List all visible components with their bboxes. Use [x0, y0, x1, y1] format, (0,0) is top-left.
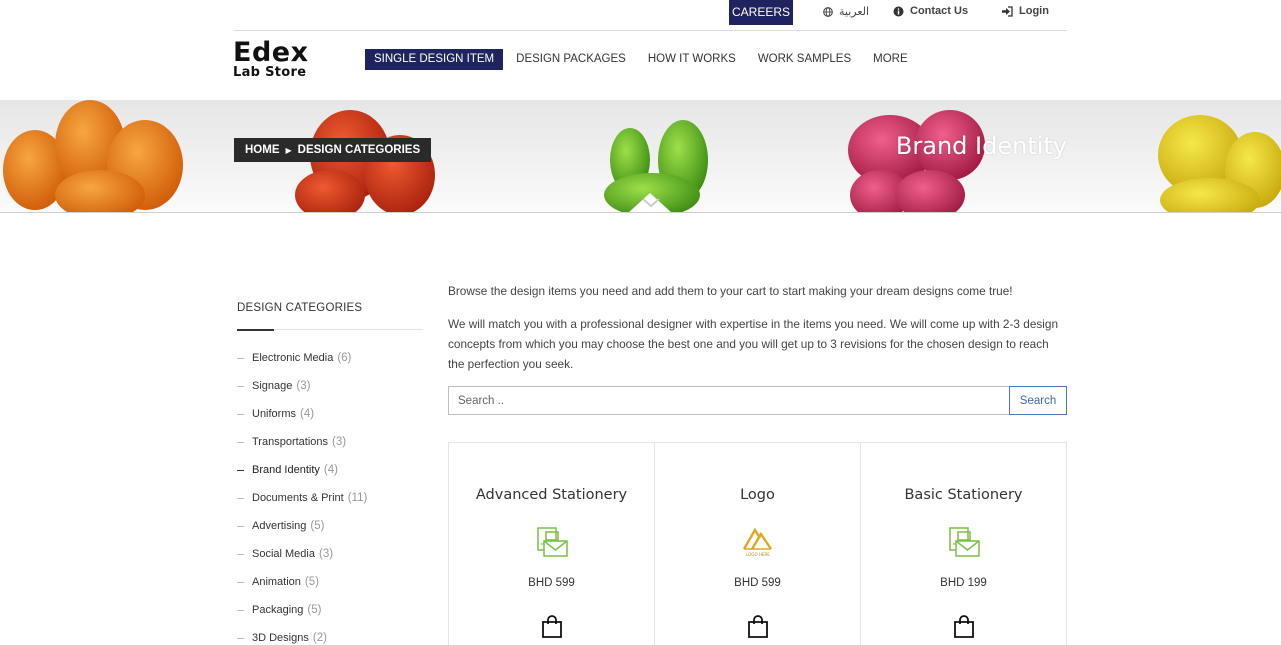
product-title: Logo — [740, 487, 775, 503]
product-grid: Advanced Stationery BHD 599 Logo LOGO HE… — [448, 442, 1067, 645]
login-link[interactable]: Login — [1001, 5, 1049, 17]
product-price: BHD 599 — [734, 577, 781, 589]
breadcrumb: HOME ▶ DESIGN CATEGORIES — [234, 138, 432, 162]
category-count: (4) — [323, 464, 338, 476]
nav-single-design-item[interactable]: SINGLE DESIGN ITEM — [365, 49, 504, 70]
nav-work-samples[interactable]: WORK SAMPLES — [749, 49, 860, 70]
stationery-icon — [948, 527, 980, 557]
product-title: Advanced Stationery — [475, 487, 628, 503]
category-item[interactable]: Electronic Media (6) — [237, 344, 367, 372]
category-name: Uniforms — [252, 408, 297, 420]
intro-text: Browse the design items you need and add… — [448, 281, 1068, 374]
language-switch[interactable]: العربية — [823, 5, 869, 18]
contact-link[interactable]: Contact Us — [893, 5, 968, 17]
shopping-bag-icon[interactable] — [747, 615, 769, 639]
logo-sub-text: Lab Store — [233, 65, 307, 80]
globe-icon — [823, 6, 833, 17]
category-item-active[interactable]: Brand Identity (4) — [237, 456, 367, 484]
product-card[interactable]: Logo LOGO HERE BHD 599 — [654, 443, 860, 645]
category-item[interactable]: Uniforms (4) — [237, 400, 367, 428]
chevron-down-icon — [642, 198, 660, 208]
category-name: Animation — [252, 576, 301, 588]
category-list: Electronic Media (6) Signage (3) Uniforms(… — [237, 344, 367, 645]
nav-design-packages[interactable]: DESIGN PACKAGES — [507, 49, 635, 70]
search-input[interactable] — [448, 386, 1009, 415]
category-item[interactable]: Packaging (5) — [237, 596, 367, 624]
category-name: Electronic Media — [252, 352, 334, 364]
login-label: Login — [1019, 5, 1049, 17]
category-count: (6) — [337, 352, 352, 364]
svg-text:LOGO HERE: LOGO HERE — [746, 552, 770, 557]
logo-icon: LOGO HERE — [742, 527, 772, 557]
sign-in-icon — [1002, 5, 1013, 17]
product-price: BHD 599 — [528, 577, 575, 589]
category-item[interactable]: Documents & Print (11) — [237, 484, 367, 512]
category-name: Brand Identity — [252, 464, 320, 476]
breadcrumb-home[interactable]: HOME — [245, 144, 280, 156]
category-name: Signage — [252, 380, 293, 392]
main-nav: SINGLE DESIGN ITEM DESIGN PACKAGES HOW I… — [365, 49, 921, 70]
shopping-bag-icon[interactable] — [541, 615, 563, 639]
product-card[interactable]: Advanced Stationery BHD 599 — [448, 443, 654, 645]
intro-paragraph-2: We will match you with a professional de… — [448, 317, 1059, 371]
category-count: (3) — [318, 548, 334, 560]
hero-banner: HOME ▶ DESIGN CATEGORIES Brand Identity — [0, 100, 1281, 213]
page-title: Brand Identity — [895, 132, 1067, 160]
product-title: Basic Stationery — [904, 487, 1023, 503]
category-count: (5) — [307, 604, 322, 616]
stationery-icon — [536, 527, 568, 557]
category-count: (4) — [300, 408, 315, 420]
sidebar-divider-accent — [237, 329, 274, 331]
category-name: Social Media — [252, 548, 315, 560]
category-name: Advertising — [252, 520, 307, 532]
category-name: 3D Designs — [252, 632, 309, 644]
search-bar: Search — [448, 386, 1067, 415]
category-item[interactable]: Advertising (5) — [237, 512, 367, 540]
category-name: Documents & Print — [252, 492, 344, 504]
shopping-bag-icon[interactable] — [953, 615, 975, 639]
category-count: (5) — [310, 520, 325, 532]
category-count: (3) — [296, 380, 311, 392]
careers-button[interactable]: CAREERS — [729, 0, 793, 25]
top-bar: CAREERS العربية Contact Us Login — [234, 0, 1067, 31]
category-count: (3) — [332, 436, 347, 448]
site-logo[interactable]: Edex Lab Store — [233, 37, 333, 82]
search-button[interactable]: Search — [1009, 386, 1067, 415]
language-label: العربية — [839, 6, 870, 18]
caret-right-icon: ▶ — [285, 145, 292, 155]
category-count: (2) — [312, 632, 327, 644]
contact-label: Contact Us — [910, 5, 969, 17]
category-item[interactable]: Social Media (3) — [237, 540, 367, 568]
info-icon — [893, 6, 904, 16]
category-item[interactable]: Signage (3) — [237, 372, 367, 400]
breadcrumb-current: DESIGN CATEGORIES — [297, 144, 421, 156]
category-item[interactable]: Transportations (3) — [237, 428, 367, 456]
category-item[interactable]: Animation (5) — [237, 568, 367, 596]
category-name: Transportations — [252, 436, 329, 448]
product-card[interactable]: Basic Stationery BHD 199 — [860, 443, 1067, 645]
category-item[interactable]: 3D Designs (2) — [237, 624, 367, 645]
sidebar-title: DESIGN CATEGORIES — [237, 302, 363, 314]
intro-paragraph-1: Browse the design items you need and add… — [448, 284, 1013, 298]
logo-main-text: Edex — [233, 37, 309, 68]
nav-more[interactable]: MORE — [864, 49, 917, 70]
category-count: (5) — [304, 576, 319, 588]
category-name: Packaging — [252, 604, 304, 616]
category-count: (11) — [347, 492, 368, 504]
product-price: BHD 199 — [940, 577, 987, 589]
nav-how-it-works[interactable]: HOW IT WORKS — [639, 49, 745, 70]
